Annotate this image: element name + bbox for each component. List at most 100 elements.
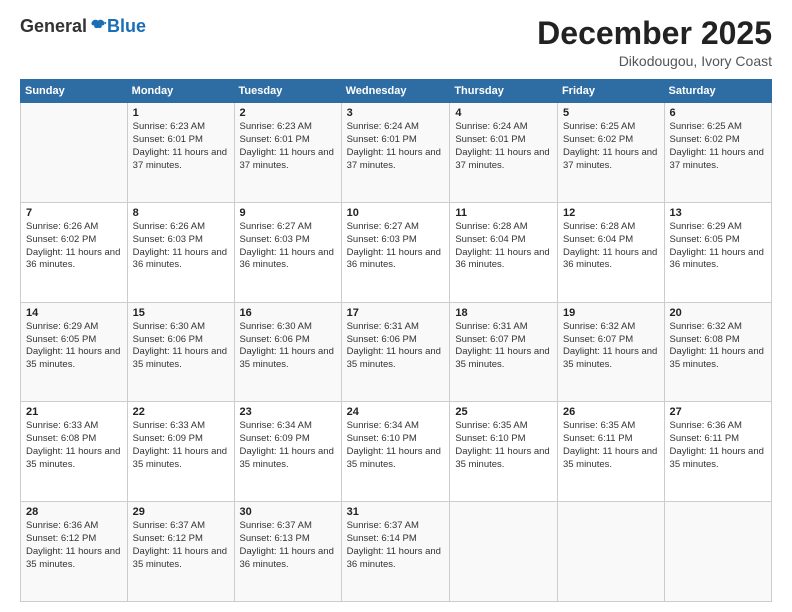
day-number: 28 <box>26 506 122 518</box>
day-info: Sunrise: 6:24 AM Sunset: 6:01 PM Dayligh… <box>455 121 552 172</box>
day-info: Sunrise: 6:37 AM Sunset: 6:13 PM Dayligh… <box>240 520 336 571</box>
day-number: 3 <box>347 107 445 119</box>
week-row-1: 7Sunrise: 6:26 AM Sunset: 6:02 PM Daylig… <box>21 202 772 302</box>
day-number: 13 <box>670 207 766 219</box>
calendar-cell: 14 Sunrise: 6:29 AM Sunset: 6:05 PM Dayli… <box>21 302 128 402</box>
day-info: Sunrise: 6:23 AM Sunset: 6:01 PM Dayligh… <box>133 121 229 172</box>
day-number: 11 <box>455 207 552 219</box>
location: Dikodougou, Ivory Coast <box>537 53 772 69</box>
day-info: Sunrise: 6:28 AM Sunset: 6:04 PM Dayligh… <box>455 221 552 272</box>
day-info: Sunrise: 6:28 AM Sunset: 6:04 PM Dayligh… <box>563 221 659 272</box>
day-number: 7 <box>26 207 122 219</box>
calendar-cell <box>557 502 664 602</box>
day-number: 12 <box>563 207 659 219</box>
calendar-cell: 4 Sunrise: 6:24 AM Sunset: 6:01 PM Daylig… <box>450 103 558 203</box>
calendar-cell: 30 Sunrise: 6:37 AM Sunset: 6:13 PM Dayli… <box>234 502 341 602</box>
day-info: Sunrise: 6:27 AM Sunset: 6:03 PM Dayligh… <box>347 221 445 272</box>
day-info: Sunrise: 6:30 AM Sunset: 6:06 PM Dayligh… <box>133 321 229 372</box>
calendar-cell: 11 Sunrise: 6:28 AM Sunset: 6:04 PM Dayli… <box>450 202 558 302</box>
day-number: 1 <box>133 107 229 119</box>
day-number: 23 <box>240 406 336 418</box>
calendar-page: General Blue December 2025 Dikodougou, I… <box>0 0 792 612</box>
day-info: Sunrise: 6:30 AM Sunset: 6:06 PM Dayligh… <box>240 321 336 372</box>
day-info: Sunrise: 6:36 AM Sunset: 6:11 PM Dayligh… <box>670 420 766 471</box>
calendar-cell: 24Sunrise: 6:34 AM Sunset: 6:10 PM Dayli… <box>341 402 450 502</box>
calendar-cell: 3 Sunrise: 6:24 AM Sunset: 6:01 PM Daylig… <box>341 103 450 203</box>
logo-text: General Blue <box>20 16 146 37</box>
day-info: Sunrise: 6:32 AM Sunset: 6:08 PM Dayligh… <box>670 321 766 372</box>
day-info: Sunrise: 6:24 AM Sunset: 6:01 PM Dayligh… <box>347 121 445 172</box>
logo: General Blue <box>20 16 146 37</box>
calendar-cell <box>664 502 771 602</box>
week-row-3: 21 Sunrise: 6:33 AM Sunset: 6:08 PM Dayli… <box>21 402 772 502</box>
day-number: 2 <box>240 107 336 119</box>
day-number: 5 <box>563 107 659 119</box>
logo-blue: Blue <box>107 16 146 37</box>
calendar-cell: 31Sunrise: 6:37 AM Sunset: 6:14 PM Dayli… <box>341 502 450 602</box>
col-monday: Monday <box>127 80 234 103</box>
calendar-cell: 19 Sunrise: 6:32 AM Sunset: 6:07 PM Dayli… <box>557 302 664 402</box>
day-info: Sunrise: 6:27 AM Sunset: 6:03 PM Dayligh… <box>240 221 336 272</box>
calendar-cell: 13 Sunrise: 6:29 AM Sunset: 6:05 PM Dayli… <box>664 202 771 302</box>
day-number: 17 <box>347 307 445 319</box>
day-info: Sunrise: 6:37 AM Sunset: 6:12 PM Dayligh… <box>133 520 229 571</box>
day-info: Sunrise: 6:29 AM Sunset: 6:05 PM Dayligh… <box>670 221 766 272</box>
day-number: 10 <box>347 207 445 219</box>
calendar-cell: 27 Sunrise: 6:36 AM Sunset: 6:11 PM Dayli… <box>664 402 771 502</box>
month-title: December 2025 <box>537 16 772 51</box>
calendar-cell: 20 Sunrise: 6:32 AM Sunset: 6:08 PM Dayli… <box>664 302 771 402</box>
week-row-0: 1 Sunrise: 6:23 AM Sunset: 6:01 PM Daylig… <box>21 103 772 203</box>
calendar-cell: 21 Sunrise: 6:33 AM Sunset: 6:08 PM Dayli… <box>21 402 128 502</box>
calendar-cell: 12 Sunrise: 6:28 AM Sunset: 6:04 PM Dayli… <box>557 202 664 302</box>
calendar-cell: 23 Sunrise: 6:34 AM Sunset: 6:09 PM Dayli… <box>234 402 341 502</box>
calendar-cell <box>450 502 558 602</box>
calendar-cell: 22 Sunrise: 6:33 AM Sunset: 6:09 PM Dayli… <box>127 402 234 502</box>
calendar-cell: 16 Sunrise: 6:30 AM Sunset: 6:06 PM Dayli… <box>234 302 341 402</box>
col-wednesday: Wednesday <box>341 80 450 103</box>
logo-general: General <box>20 16 87 37</box>
calendar-cell: 29 Sunrise: 6:37 AM Sunset: 6:12 PM Dayli… <box>127 502 234 602</box>
calendar-cell: 25Sunrise: 6:35 AM Sunset: 6:10 PM Dayli… <box>450 402 558 502</box>
day-number: 8 <box>133 207 229 219</box>
day-info: Sunrise: 6:25 AM Sunset: 6:02 PM Dayligh… <box>563 121 659 172</box>
day-number: 4 <box>455 107 552 119</box>
day-number: 30 <box>240 506 336 518</box>
day-number: 15 <box>133 307 229 319</box>
day-info: Sunrise: 6:31 AM Sunset: 6:06 PM Dayligh… <box>347 321 445 372</box>
day-info: Sunrise: 6:34 AM Sunset: 6:09 PM Dayligh… <box>240 420 336 471</box>
calendar-cell: 2Sunrise: 6:23 AM Sunset: 6:01 PM Daylig… <box>234 103 341 203</box>
col-friday: Friday <box>557 80 664 103</box>
day-info: Sunrise: 6:36 AM Sunset: 6:12 PM Dayligh… <box>26 520 122 571</box>
day-info: Sunrise: 6:25 AM Sunset: 6:02 PM Dayligh… <box>670 121 766 172</box>
day-info: Sunrise: 6:35 AM Sunset: 6:11 PM Dayligh… <box>563 420 659 471</box>
calendar-cell <box>21 103 128 203</box>
calendar-cell: 10 Sunrise: 6:27 AM Sunset: 6:03 PM Dayli… <box>341 202 450 302</box>
day-number: 16 <box>240 307 336 319</box>
header-row: Sunday Monday Tuesday Wednesday Thursday… <box>21 80 772 103</box>
day-number: 19 <box>563 307 659 319</box>
day-info: Sunrise: 6:34 AM Sunset: 6:10 PM Dayligh… <box>347 420 445 471</box>
day-number: 18 <box>455 307 552 319</box>
day-info: Sunrise: 6:33 AM Sunset: 6:09 PM Dayligh… <box>133 420 229 471</box>
day-info: Sunrise: 6:29 AM Sunset: 6:05 PM Dayligh… <box>26 321 122 372</box>
calendar-cell: 5 Sunrise: 6:25 AM Sunset: 6:02 PM Daylig… <box>557 103 664 203</box>
calendar-cell: 26 Sunrise: 6:35 AM Sunset: 6:11 PM Dayli… <box>557 402 664 502</box>
calendar-cell: 18Sunrise: 6:31 AM Sunset: 6:07 PM Dayli… <box>450 302 558 402</box>
calendar-cell: 9 Sunrise: 6:27 AM Sunset: 6:03 PM Daylig… <box>234 202 341 302</box>
day-number: 22 <box>133 406 229 418</box>
day-number: 20 <box>670 307 766 319</box>
title-block: December 2025 Dikodougou, Ivory Coast <box>537 16 772 69</box>
day-number: 25 <box>455 406 552 418</box>
day-number: 21 <box>26 406 122 418</box>
day-number: 29 <box>133 506 229 518</box>
col-sunday: Sunday <box>21 80 128 103</box>
day-info: Sunrise: 6:32 AM Sunset: 6:07 PM Dayligh… <box>563 321 659 372</box>
calendar-cell: 17 Sunrise: 6:31 AM Sunset: 6:06 PM Dayli… <box>341 302 450 402</box>
day-info: Sunrise: 6:33 AM Sunset: 6:08 PM Dayligh… <box>26 420 122 471</box>
calendar-cell: 6Sunrise: 6:25 AM Sunset: 6:02 PM Daylig… <box>664 103 771 203</box>
day-number: 26 <box>563 406 659 418</box>
day-number: 14 <box>26 307 122 319</box>
day-number: 9 <box>240 207 336 219</box>
day-number: 27 <box>670 406 766 418</box>
calendar-cell: 8Sunrise: 6:26 AM Sunset: 6:03 PM Daylig… <box>127 202 234 302</box>
